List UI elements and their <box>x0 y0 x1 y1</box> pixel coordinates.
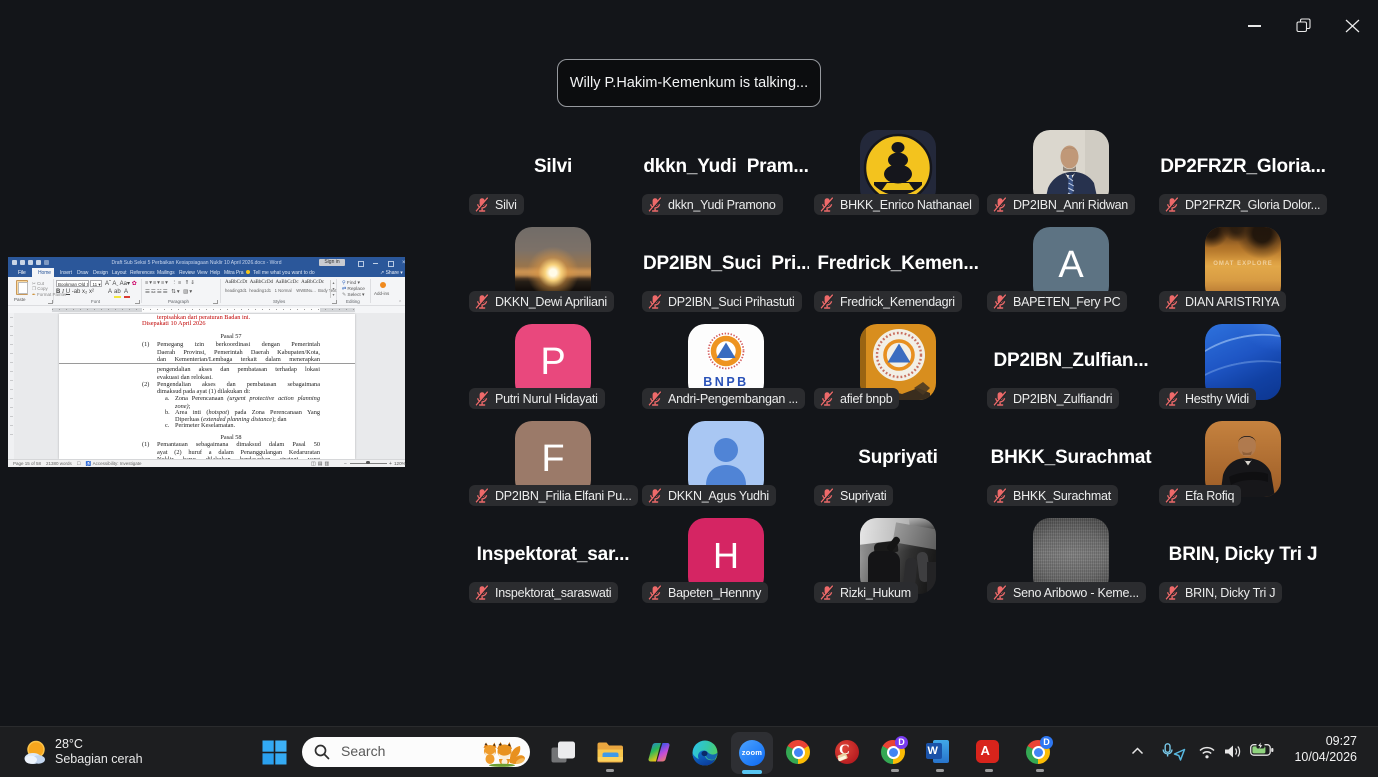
svg-text:BNPB: BNPB <box>703 375 748 389</box>
